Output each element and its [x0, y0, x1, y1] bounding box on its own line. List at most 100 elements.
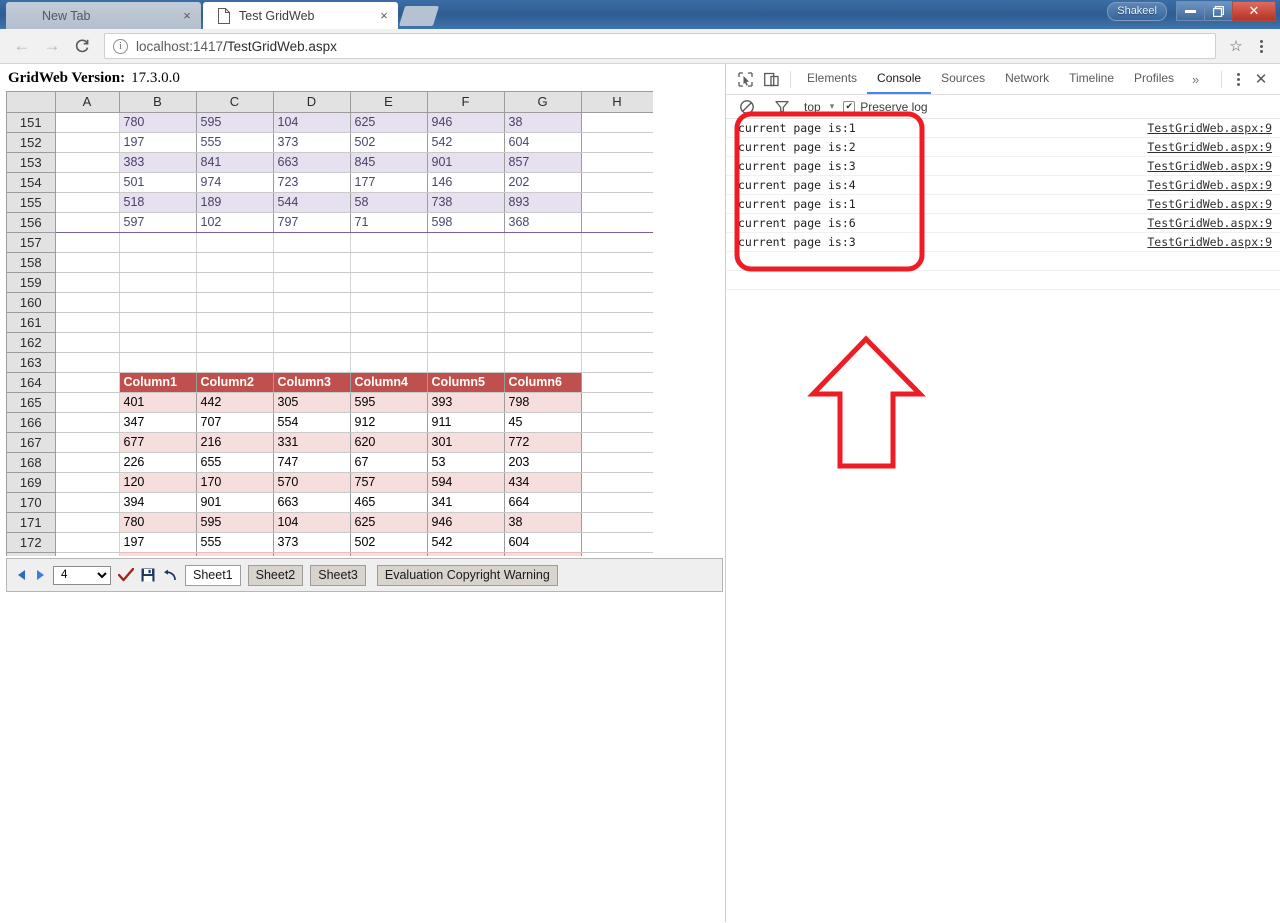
undo-icon[interactable] — [162, 569, 178, 582]
spreadsheet-cell[interactable] — [581, 492, 653, 513]
spreadsheet-cell[interactable] — [427, 352, 505, 373]
console-message-list[interactable]: current page is:1 TestGridWeb.aspx:9 curre… — [726, 119, 1280, 290]
spreadsheet-cell[interactable]: 146 — [427, 172, 505, 193]
chevron-down-icon[interactable]: ▾ — [830, 101, 835, 112]
spreadsheet-cell[interactable]: 226 — [118, 452, 197, 473]
spreadsheet-cell[interactable] — [581, 352, 653, 373]
new-tab-button[interactable] — [398, 6, 440, 26]
row-header[interactable]: 159 — [7, 272, 56, 293]
close-tab-icon[interactable]: × — [179, 8, 195, 24]
page-number-select[interactable]: 123456 — [53, 565, 111, 585]
spreadsheet-cell[interactable] — [55, 432, 120, 453]
spreadsheet-cell[interactable] — [350, 332, 428, 353]
browser-menu-icon[interactable] — [1250, 32, 1272, 60]
spreadsheet-cell[interactable] — [350, 552, 428, 556]
bookmark-star-icon[interactable]: ☆ — [1224, 34, 1248, 58]
row-header[interactable]: 171 — [7, 512, 56, 533]
spreadsheet-cell[interactable] — [581, 132, 653, 153]
select-all-corner[interactable] — [7, 92, 56, 113]
spreadsheet-cell[interactable]: 67 — [350, 452, 428, 473]
spreadsheet-cell[interactable]: 347 — [118, 412, 197, 433]
spreadsheet-cell[interactable] — [119, 252, 197, 273]
console-message-row[interactable]: current page is:3 TestGridWeb.aspx:9 — [726, 157, 1280, 176]
spreadsheet-cell[interactable] — [55, 512, 120, 533]
spreadsheet-cell[interactable]: 401 — [118, 392, 197, 413]
console-message-row[interactable]: current page is:3 TestGridWeb.aspx:9 — [726, 233, 1280, 252]
spreadsheet-cell[interactable] — [55, 532, 120, 553]
spreadsheet-cell[interactable]: 901 — [196, 492, 274, 513]
spreadsheet-cell[interactable]: 203 — [504, 452, 582, 473]
console-source-link[interactable]: TestGridWeb.aspx:9 — [1147, 216, 1272, 230]
row-header[interactable]: 161 — [7, 312, 56, 333]
spreadsheet-cell[interactable]: 911 — [427, 412, 505, 433]
console-source-link[interactable]: TestGridWeb.aspx:9 — [1147, 159, 1272, 173]
spreadsheet-cell[interactable]: 723 — [273, 172, 351, 193]
table-column-header-cell[interactable]: Column2 — [196, 372, 274, 393]
spreadsheet-cell[interactable] — [581, 112, 653, 133]
spreadsheet-cell[interactable]: 625 — [350, 512, 428, 533]
console-message-row[interactable]: current page is:1 TestGridWeb.aspx:9 — [726, 195, 1280, 214]
spreadsheet-cell[interactable]: 798 — [504, 392, 582, 413]
spreadsheet-cell[interactable] — [55, 552, 120, 556]
spreadsheet-cell[interactable]: 71 — [350, 212, 428, 233]
spreadsheet-cell[interactable] — [55, 452, 120, 473]
spreadsheet-cell[interactable] — [55, 232, 120, 253]
column-header-f[interactable]: F — [427, 92, 505, 113]
spreadsheet-cell[interactable]: 393 — [427, 392, 505, 413]
user-profile-badge[interactable]: Shakeel — [1107, 1, 1167, 21]
next-page-icon[interactable] — [34, 568, 46, 582]
spreadsheet-cell[interactable]: 738 — [427, 192, 505, 213]
devtools-tab-sources[interactable]: Sources — [931, 64, 995, 94]
spreadsheet-cell[interactable] — [55, 292, 120, 313]
row-header[interactable]: 162 — [7, 332, 56, 353]
console-source-link[interactable]: TestGridWeb.aspx:9 — [1147, 235, 1272, 249]
spreadsheet-cell[interactable] — [581, 252, 653, 273]
spreadsheet-cell[interactable]: 120 — [118, 472, 197, 493]
spreadsheet-cell[interactable] — [581, 532, 653, 553]
row-header[interactable]: 167 — [7, 432, 56, 453]
column-header-e[interactable]: E — [350, 92, 428, 113]
spreadsheet-cell[interactable] — [196, 292, 274, 313]
spreadsheet-cell[interactable]: 104 — [273, 111, 351, 133]
spreadsheet-cell[interactable]: 747 — [273, 452, 351, 473]
spreadsheet-cell[interactable]: 301 — [427, 432, 505, 453]
spreadsheet-cell[interactable]: 598 — [427, 212, 505, 233]
spreadsheet-cell[interactable]: 663 — [273, 492, 351, 513]
more-tabs-chevron-icon[interactable]: » — [1184, 64, 1207, 94]
spreadsheet-cell[interactable]: 189 — [196, 192, 274, 213]
spreadsheet-cell[interactable] — [55, 132, 120, 153]
spreadsheet-cell[interactable] — [427, 272, 505, 293]
console-message-row[interactable]: current page is:1 TestGridWeb.aspx:9 — [726, 119, 1280, 138]
spreadsheet-cell[interactable] — [273, 552, 351, 556]
close-tab-icon[interactable]: × — [376, 8, 392, 24]
spreadsheet-cell[interactable] — [504, 552, 582, 556]
spreadsheet-cell[interactable]: 554 — [273, 412, 351, 433]
spreadsheet-cell[interactable]: 555 — [196, 132, 274, 153]
spreadsheet-cell[interactable]: 597 — [118, 212, 197, 233]
spreadsheet-cell[interactable] — [350, 232, 428, 253]
spreadsheet-cell[interactable] — [55, 272, 120, 293]
spreadsheet-cell[interactable] — [119, 352, 197, 373]
spreadsheet-cell[interactable] — [55, 472, 120, 493]
spreadsheet-cell[interactable]: 857 — [504, 152, 582, 173]
spreadsheet-cell[interactable] — [350, 272, 428, 293]
row-header[interactable]: 169 — [7, 472, 56, 493]
spreadsheet-cell[interactable]: 604 — [504, 132, 582, 153]
spreadsheet-cell[interactable]: 757 — [350, 472, 428, 493]
spreadsheet-cell[interactable] — [119, 272, 197, 293]
spreadsheet-cell[interactable] — [427, 252, 505, 273]
preserve-log-checkbox[interactable]: ✔ — [843, 100, 856, 113]
spreadsheet-cell[interactable]: 45 — [504, 412, 582, 433]
column-header-g[interactable]: G — [504, 92, 582, 113]
row-header[interactable]: 155 — [7, 192, 56, 213]
spreadsheet-cell[interactable] — [55, 112, 120, 133]
spreadsheet-cell[interactable]: 197 — [118, 532, 197, 553]
restore-window-button[interactable] — [1204, 1, 1233, 21]
browser-tab-test-gridweb[interactable]: Test GridWeb × — [203, 2, 398, 29]
spreadsheet-cell[interactable]: 974 — [196, 172, 274, 193]
spreadsheet-cell[interactable]: 946 — [427, 512, 505, 533]
spreadsheet-cell[interactable] — [581, 152, 653, 173]
spreadsheet-cell[interactable]: 102 — [196, 212, 274, 233]
spreadsheet-cell[interactable]: 542 — [427, 132, 505, 153]
spreadsheet-cell[interactable]: 594 — [427, 472, 505, 493]
